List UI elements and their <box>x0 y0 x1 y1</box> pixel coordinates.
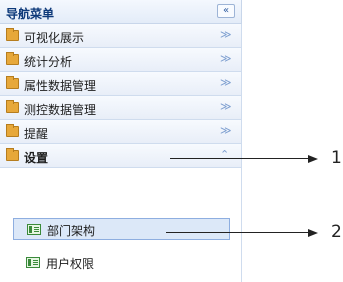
menu-item-reminders[interactable]: 提醒 ≫ <box>0 120 242 144</box>
menu-item-label: 可视化展示 <box>24 31 85 45</box>
page-icon <box>27 224 41 235</box>
folder-icon <box>6 124 19 137</box>
submenu-item-user-permissions[interactable]: 用户权限 <box>13 252 230 274</box>
chevron-down-icon: ≫ <box>220 28 232 41</box>
menu-item-attribute-data[interactable]: 属性数据管理 ≫ <box>0 72 242 96</box>
folder-icon <box>6 148 19 161</box>
chevron-down-icon: ≫ <box>220 76 232 89</box>
chevron-up-icon: ⌃ <box>220 148 230 161</box>
navigation-panel: 导航菜单 « 可视化展示 ≫ 统计分析 ≫ 属性数据管理 ≫ 测控数据管理 ≫ … <box>0 0 242 282</box>
menu-item-label: 提醒 <box>24 127 49 141</box>
callout-arrow-line <box>166 232 310 233</box>
chevron-down-icon: ≫ <box>220 52 232 65</box>
callout-arrow-line <box>170 158 310 159</box>
chevron-down-icon: ≫ <box>220 124 232 137</box>
page-icon <box>26 257 40 268</box>
submenu-item-department-structure[interactable]: 部门架构 <box>13 218 230 240</box>
folder-icon <box>6 52 19 65</box>
menu-item-label: 统计分析 <box>24 55 73 69</box>
submenu-spacer <box>0 168 242 196</box>
folder-icon <box>6 76 19 89</box>
menu-item-settings[interactable]: 设置 ⌃ <box>0 144 242 168</box>
menu-item-visualization[interactable]: 可视化展示 ≫ <box>0 24 242 48</box>
settings-submenu: 部门架构 用户权限 <box>0 196 242 282</box>
callout-label-2: 2 <box>331 222 342 242</box>
menu-item-label: 测控数据管理 <box>24 103 97 117</box>
menu-item-measurement-data[interactable]: 测控数据管理 ≫ <box>0 96 242 120</box>
collapse-panel-button[interactable]: « <box>217 4 235 18</box>
arrowhead-icon <box>308 155 318 163</box>
submenu-item-label: 部门架构 <box>47 224 96 238</box>
menu-item-label: 属性数据管理 <box>24 79 97 93</box>
folder-icon <box>6 28 19 41</box>
arrowhead-icon <box>308 229 318 237</box>
menu-item-label: 设置 <box>24 151 49 165</box>
nav-title: 导航菜单 <box>6 7 55 21</box>
submenu-item-label: 用户权限 <box>46 257 95 271</box>
callout-label-1: 1 <box>331 148 342 168</box>
folder-icon <box>6 100 19 113</box>
menu-item-statistics[interactable]: 统计分析 ≫ <box>0 48 242 72</box>
chevron-down-icon: ≫ <box>220 100 232 113</box>
nav-header: 导航菜单 « <box>0 0 242 24</box>
